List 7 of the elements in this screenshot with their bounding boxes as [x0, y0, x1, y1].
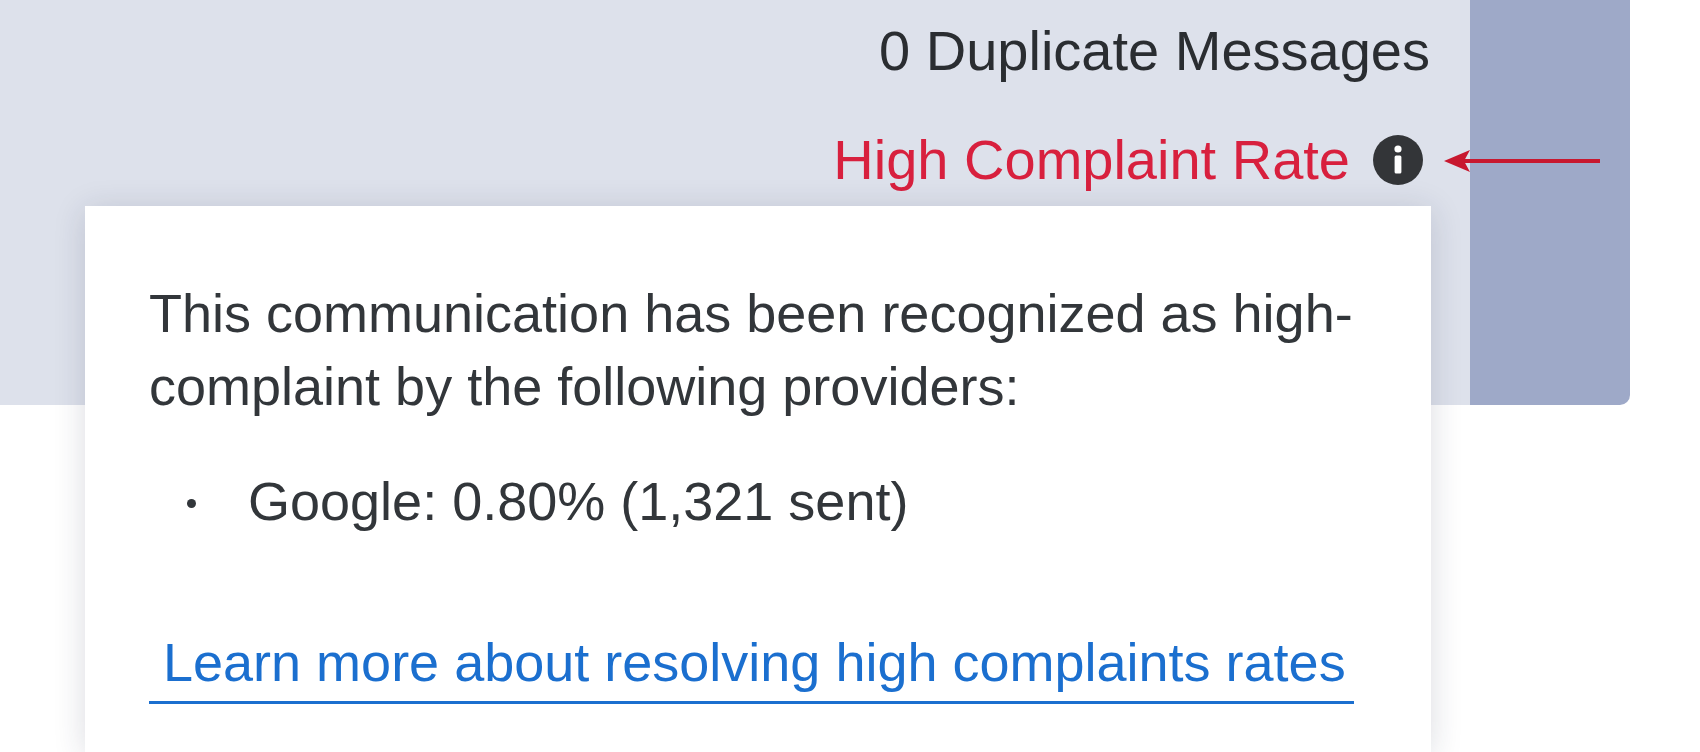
popover-message: This communication has been recognized as high-complaint by the following providers: — [149, 282, 1354, 418]
bullet-icon — [187, 498, 196, 508]
learn-more-link[interactable]: Learn more about resolving high complaints rates — [149, 630, 1354, 704]
complaint-rate-label: High Complaint Rate — [833, 128, 1350, 192]
duplicate-count: 0 Duplicate Messages — [879, 19, 1430, 83]
provider-rate: Google: 0.80% (1,321 sent) — [248, 470, 909, 533]
info-icon[interactable] — [1373, 135, 1423, 185]
